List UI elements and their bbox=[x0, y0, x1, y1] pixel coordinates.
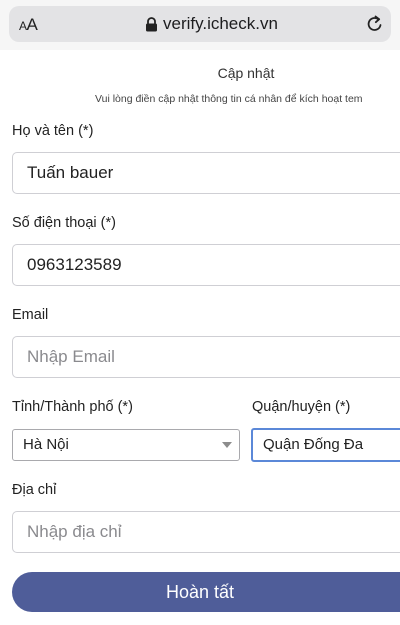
phone-input[interactable]: 0963123589 bbox=[12, 244, 400, 286]
lock-icon bbox=[146, 17, 157, 32]
submit-button-label: Hoàn tất bbox=[165, 582, 235, 602]
text-size-button[interactable]: AA bbox=[19, 15, 38, 35]
full-name-input[interactable]: Tuấn bauer bbox=[12, 152, 400, 194]
address-label: Địa chỉ bbox=[12, 482, 57, 498]
province-selected-value: Hà Nội bbox=[23, 436, 69, 453]
form-title: Cập nhật bbox=[217, 65, 275, 81]
address-input[interactable]: Nhập địa chỉ bbox=[12, 511, 400, 553]
url-field[interactable]: AA verify.icheck.vn bbox=[9, 6, 391, 42]
full-name-label: Họ và tên (*) bbox=[12, 123, 94, 139]
province-label: Tỉnh/Thành phố (*) bbox=[12, 399, 133, 415]
form-subtitle: Vui lòng điền cập nhật thông tin cá nhân… bbox=[95, 93, 363, 105]
reload-icon[interactable] bbox=[365, 14, 385, 34]
province-select[interactable]: Hà Nội bbox=[12, 429, 240, 461]
submit-button[interactable]: Hoàn tất bbox=[12, 572, 400, 612]
email-label: Email bbox=[12, 307, 49, 323]
browser-address-bar: AA verify.icheck.vn bbox=[0, 0, 400, 50]
district-label: Quận/huyện (*) bbox=[252, 399, 351, 415]
email-input[interactable]: Nhập Email bbox=[12, 336, 400, 378]
update-form: Cập nhật Vui lòng điền cập nhật thông ti… bbox=[0, 50, 400, 625]
district-input[interactable]: Quận Đống Đa bbox=[251, 428, 400, 462]
phone-label: Số điện thoại (*) bbox=[12, 215, 116, 231]
url-text: verify.icheck.vn bbox=[163, 14, 278, 33]
chevron-down-icon bbox=[222, 442, 232, 448]
